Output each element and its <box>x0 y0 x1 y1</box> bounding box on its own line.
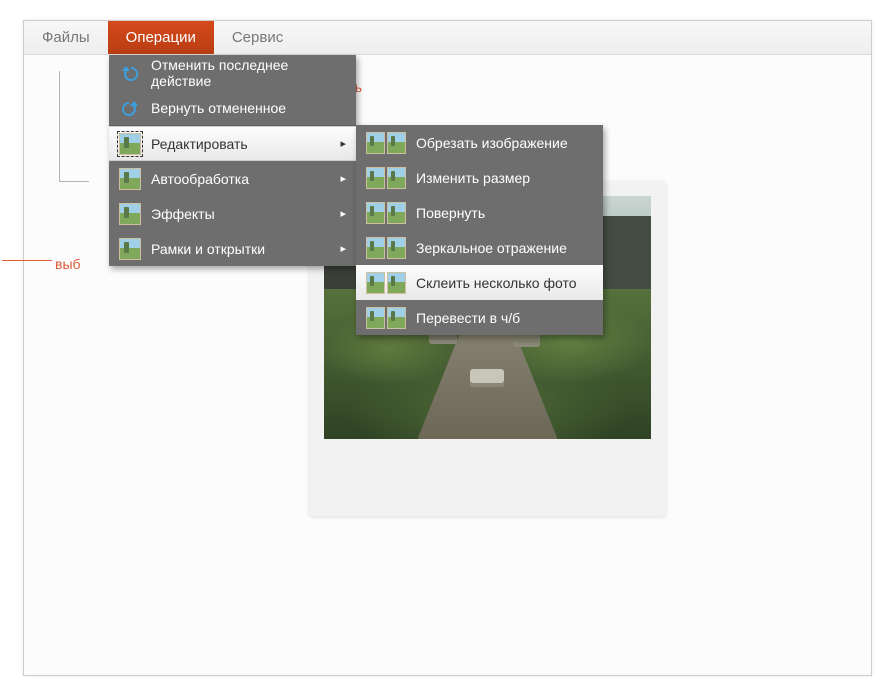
chevron-right-icon: ▸ <box>340 137 346 150</box>
auto-icon <box>119 168 141 190</box>
menubar: Файлы Операции Сервис <box>24 21 871 55</box>
edit-icon <box>119 133 141 155</box>
menu-item-label: Редактировать <box>151 136 248 152</box>
submenu-item-bw[interactable]: Перевести в ч/б <box>356 300 603 335</box>
menu-item-label: Автообработка <box>151 171 249 187</box>
operations-menu: Отменить последнее действие Вернуть отме… <box>109 55 356 266</box>
menu-operations[interactable]: Операции <box>108 21 214 54</box>
menu-item-frames[interactable]: Рамки и открытки ▸ <box>109 231 356 266</box>
annotation-line <box>59 181 89 182</box>
submenu-item-stitch[interactable]: Склеить несколько фото <box>356 265 603 300</box>
menu-item-label: Эффекты <box>151 206 215 222</box>
menu-item-label: Повернуть <box>416 205 485 221</box>
stitch-icon <box>366 272 406 294</box>
menu-item-undo[interactable]: Отменить последнее действие <box>109 55 356 90</box>
edit-submenu: Обрезать изображение Изменить размер Пов… <box>356 125 603 335</box>
annotation-pointer <box>2 260 52 261</box>
menu-item-label: Склеить несколько фото <box>416 275 577 291</box>
menu-item-redo[interactable]: Вернуть отмененное <box>109 90 356 125</box>
menu-item-label: Рамки и открытки <box>151 241 265 257</box>
rotate-icon <box>366 202 406 224</box>
menu-item-auto[interactable]: Автообработка ▸ <box>109 161 356 196</box>
menu-item-effects[interactable]: Эффекты ▸ <box>109 196 356 231</box>
chevron-right-icon: ▸ <box>340 172 346 185</box>
annotation-select: выб <box>55 256 81 272</box>
menu-files[interactable]: Файлы <box>24 21 108 54</box>
mirror-icon <box>366 237 406 259</box>
bw-icon <box>366 307 406 329</box>
submenu-item-crop[interactable]: Обрезать изображение <box>356 125 603 160</box>
chevron-right-icon: ▸ <box>340 207 346 220</box>
submenu-item-mirror[interactable]: Зеркальное отражение <box>356 230 603 265</box>
crop-icon <box>366 132 406 154</box>
effects-icon <box>119 203 141 225</box>
menu-item-edit[interactable]: Редактировать ▸ <box>109 126 356 161</box>
undo-icon <box>119 62 141 84</box>
app-frame: Файлы Операции Сервис обратная связь ред… <box>23 20 872 676</box>
resize-icon <box>366 167 406 189</box>
menu-item-label: Обрезать изображение <box>416 135 568 151</box>
redo-icon <box>119 97 141 119</box>
menu-service[interactable]: Сервис <box>214 21 301 54</box>
frames-icon <box>119 238 141 260</box>
submenu-item-rotate[interactable]: Повернуть <box>356 195 603 230</box>
submenu-item-resize[interactable]: Изменить размер <box>356 160 603 195</box>
chevron-right-icon: ▸ <box>340 242 346 255</box>
menu-item-label: Вернуть отмененное <box>151 100 286 116</box>
menu-item-label: Отменить последнее действие <box>151 57 346 89</box>
menu-item-label: Зеркальное отражение <box>416 240 567 256</box>
menu-item-label: Перевести в ч/б <box>416 310 520 326</box>
menu-item-label: Изменить размер <box>416 170 530 186</box>
annotation-line <box>59 71 60 181</box>
